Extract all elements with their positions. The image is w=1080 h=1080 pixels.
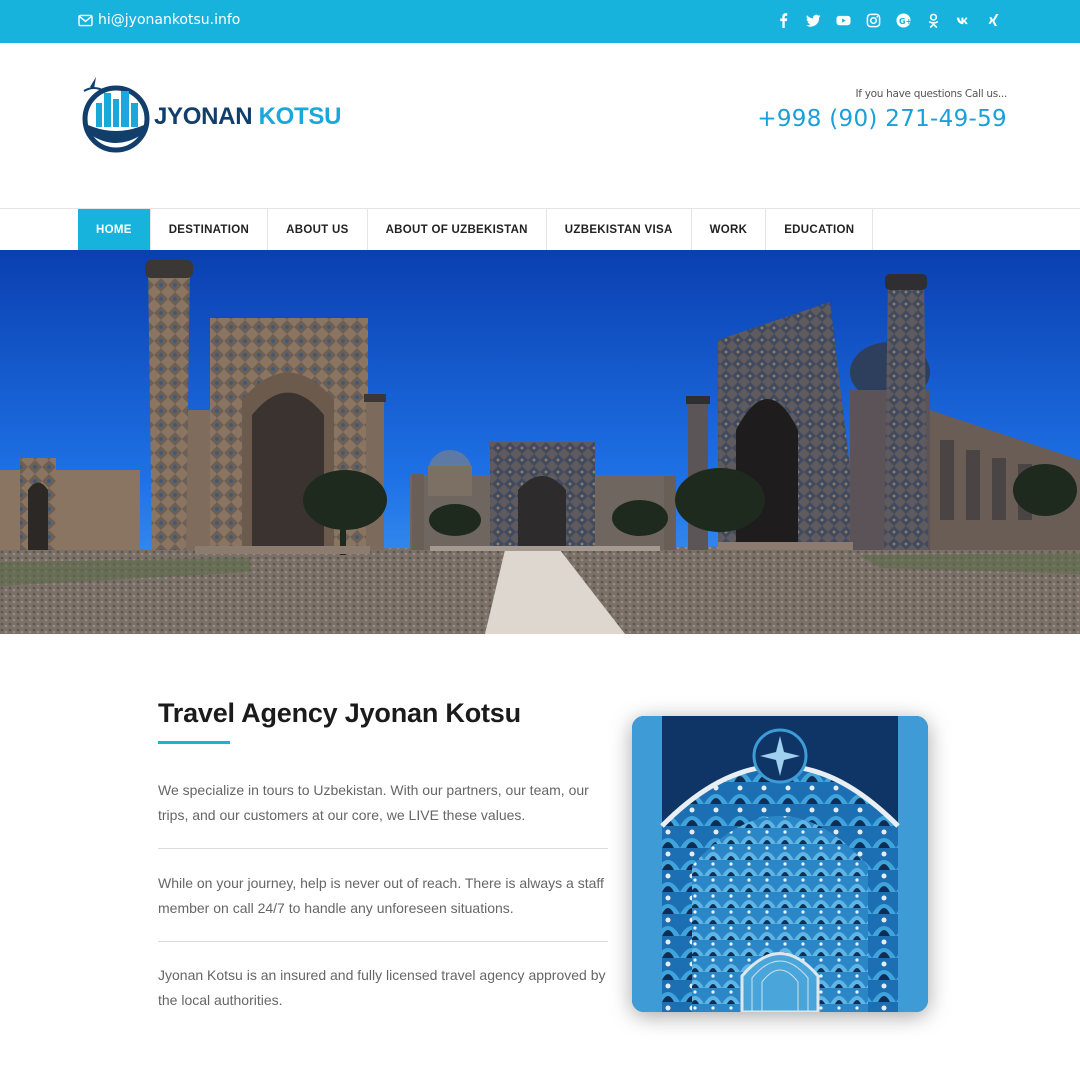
- intro-paragraph-2: While on your journey, help is never out…: [158, 875, 604, 916]
- site-logo[interactable]: JYONAN KOTSU: [78, 73, 341, 153]
- instagram-icon[interactable]: [865, 12, 882, 29]
- youtube-icon[interactable]: [835, 12, 852, 29]
- google-plus-icon[interactable]: G+: [895, 12, 912, 29]
- header-contact: If you have questions Call us... +998 (9…: [757, 88, 1007, 132]
- envelope-icon: [78, 14, 93, 26]
- nav-item-education[interactable]: EDUCATION: [766, 209, 874, 250]
- city-skyline-logo-icon: [82, 77, 150, 153]
- intro-paragraph-1: We specialize in tours to Uzbekistan. Wi…: [158, 782, 589, 823]
- nav-item-about-us[interactable]: ABOUT US: [268, 209, 368, 250]
- email-text: hi@jyonankotsu.info: [98, 12, 241, 28]
- paragraph-divider: [158, 848, 608, 849]
- svg-text:G+: G+: [899, 17, 911, 26]
- twitter-icon[interactable]: [805, 12, 822, 29]
- hero-banner-image: [0, 250, 1080, 634]
- xing-icon[interactable]: [985, 12, 1002, 29]
- facebook-icon[interactable]: [775, 12, 792, 29]
- main-navigation: HOME DESTINATION ABOUT US ABOUT OF UZBEK…: [0, 208, 1080, 250]
- odnoklassniki-icon[interactable]: [925, 12, 942, 29]
- site-header: JYONAN KOTSU If you have questions Call …: [0, 43, 1080, 208]
- nav-item-about-uzbekistan[interactable]: ABOUT OF UZBEKISTAN: [368, 209, 547, 250]
- brand-name-part1: JYONAN: [154, 103, 253, 130]
- nav-item-home[interactable]: HOME: [78, 209, 151, 250]
- email-link[interactable]: hi@jyonankotsu.info: [78, 12, 240, 28]
- brand-name-part2: KOTSU: [258, 103, 342, 130]
- nav-item-uzbekistan-visa[interactable]: UZBEKISTAN VISA: [547, 209, 692, 250]
- intro-paragraph-3: Jyonan Kotsu is an insured and fully lic…: [158, 967, 606, 1008]
- top-bar: hi@jyonankotsu.info G+: [0, 0, 1080, 43]
- nav-item-destination[interactable]: DESTINATION: [151, 209, 269, 250]
- paragraph-divider: [158, 941, 608, 942]
- mosaic-arch-image: [632, 716, 928, 1012]
- phone-number[interactable]: +998 (90) 271-49-59: [757, 106, 1007, 132]
- vk-icon[interactable]: [955, 12, 972, 29]
- section-title: Travel Agency Jyonan Kotsu: [158, 698, 521, 728]
- social-links: G+: [775, 12, 1002, 29]
- nav-item-work[interactable]: WORK: [692, 209, 767, 250]
- brand-name: JYONAN KOTSU: [154, 103, 341, 131]
- title-underline: [158, 741, 230, 744]
- contact-question: If you have questions Call us...: [855, 88, 1007, 100]
